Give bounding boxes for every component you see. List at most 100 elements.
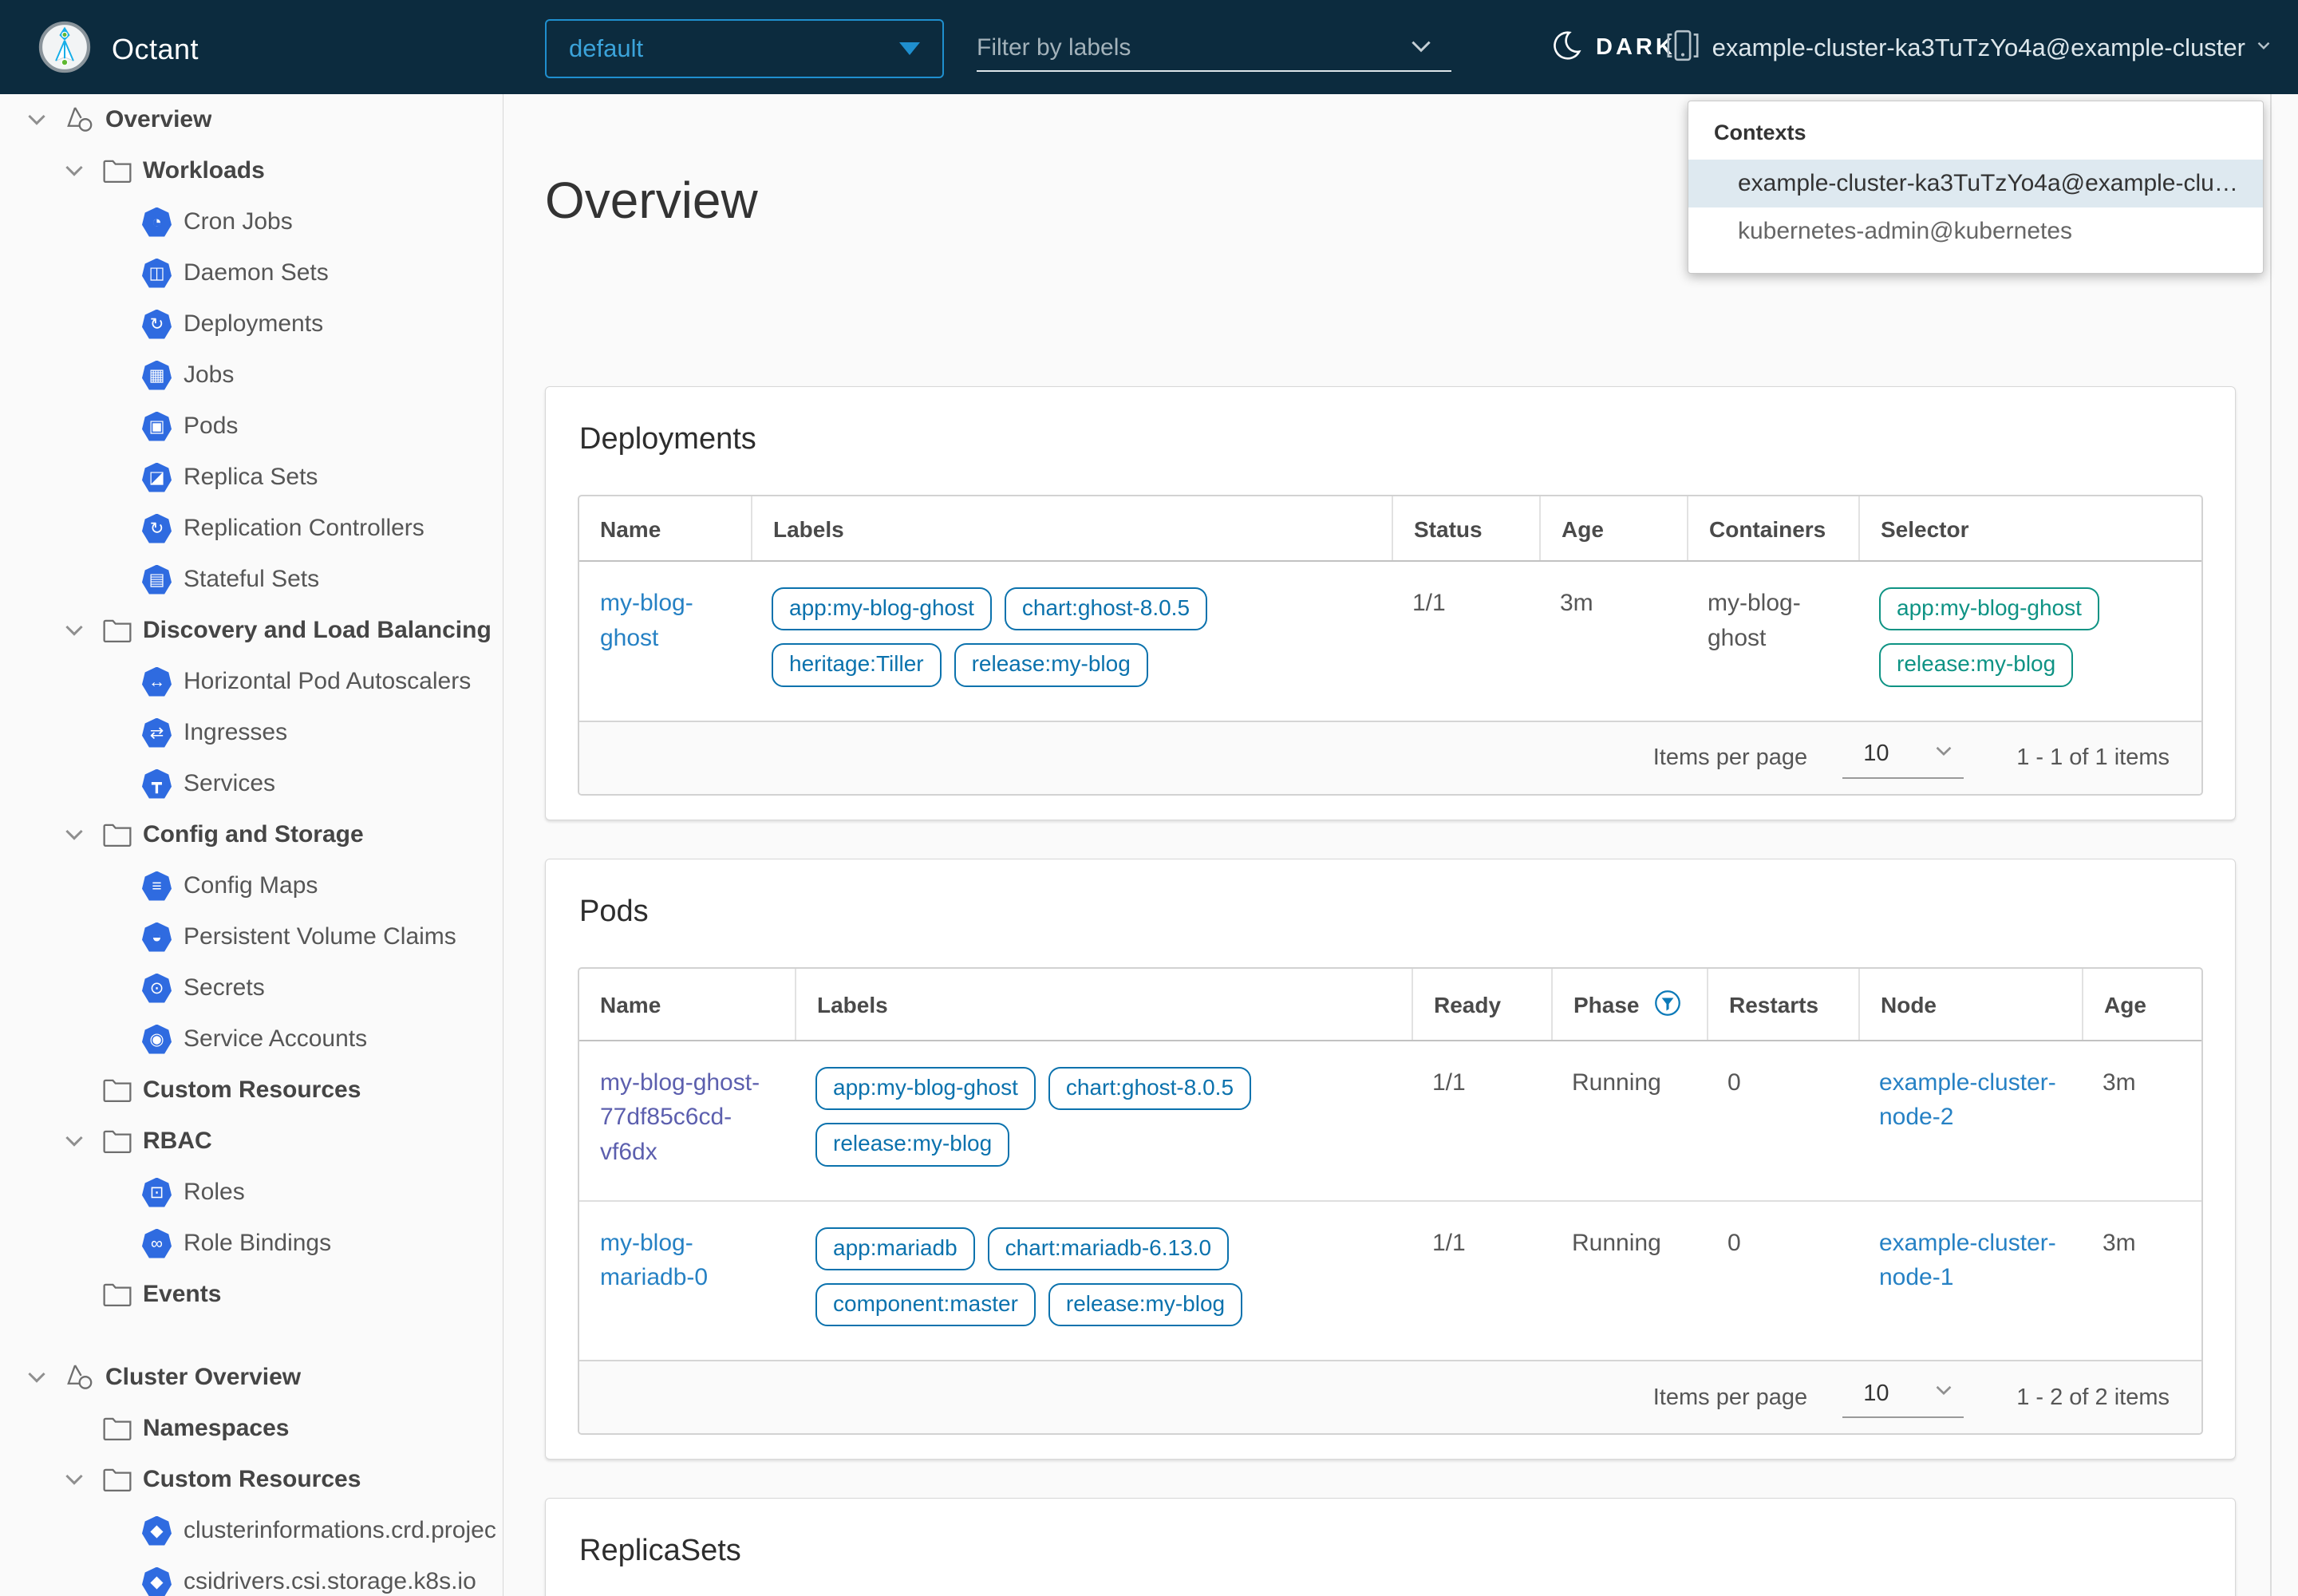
label-badge: chart:ghost-8.0.5 (1005, 587, 1207, 630)
sidebar-item-label: Config Maps (184, 872, 318, 899)
sidebar-item-ingresses[interactable]: ⇄Ingresses (0, 707, 503, 758)
k8s-resource-icon: ∞ (142, 1229, 172, 1258)
table-row: my-blog-mariadb-0app:mariadbchart:mariad… (579, 1200, 2201, 1361)
k8s-resource-icon: ↻ (142, 514, 172, 543)
table-header-row: NameLabelsReadyPhaseRestartsNodeAge (579, 969, 2201, 1041)
k8s-resource-icon: ◪ (142, 463, 172, 492)
sidebar-item-persistent-volume-claims[interactable]: ◒Persistent Volume Claims (0, 911, 503, 962)
sidebar-item-label: Replica Sets (184, 464, 318, 491)
label-badge: component:master (815, 1283, 1036, 1326)
sidebar-item-custom-resources[interactable]: Custom Resources (0, 1065, 503, 1116)
sidebar-item-label: Workloads (143, 157, 265, 184)
scrollbar-track[interactable] (2270, 94, 2272, 1596)
sidebar-item-cron-jobs[interactable]: ◔Cron Jobs (0, 196, 503, 247)
sidebar-item-cluster-overview[interactable]: Cluster Overview (0, 1352, 503, 1403)
cell-selectors: app:my-blog-ghostrelease:my-blog (1858, 562, 2201, 721)
sidebar-item-label: Persistent Volume Claims (184, 923, 456, 950)
node-link[interactable]: example-cluster-node-2 (1879, 1069, 2056, 1131)
k8s-resource-icon: ◫ (142, 259, 172, 288)
name-link[interactable]: my-blog-ghost-77df85c6cd-vf6dx (600, 1069, 760, 1165)
cell-labels: app:my-blog-ghostchart:ghost-8.0.5releas… (795, 1041, 1412, 1200)
label-filter-input[interactable] (977, 34, 1408, 61)
sidebar-item-services[interactable]: ┳Services (0, 758, 503, 809)
namespace-select[interactable]: default (545, 19, 944, 78)
section-card-replicasets: ReplicaSetsNameLabelsStatusAgeContainers… (545, 1498, 2236, 1596)
selector-badge: release:my-blog (1879, 643, 2073, 686)
sidebar-item-roles[interactable]: ⊡Roles (0, 1167, 503, 1218)
column-header-containers: Containers (1687, 496, 1858, 560)
k8s-resource-icon: ≡ (142, 871, 172, 901)
column-header-node: Node (1858, 969, 2082, 1040)
name-link[interactable]: my-blog-ghost (600, 590, 693, 651)
column-header-name: Name (579, 969, 795, 1040)
sidebar-item-custom-resources[interactable]: Custom Resources (0, 1454, 503, 1505)
k8s-resource-icon: ▦ (142, 361, 172, 390)
sidebar-item-pods[interactable]: ▣Pods (0, 401, 503, 452)
sidebar-item-role-bindings[interactable]: ∞Role Bindings (0, 1218, 503, 1269)
chevron-down-icon[interactable] (22, 1365, 51, 1390)
k8s-resource-icon: ▤ (142, 565, 172, 595)
sidebar-item-service-accounts[interactable]: ◉Service Accounts (0, 1013, 503, 1065)
sidebar-item-label: Config and Storage (143, 821, 364, 848)
items-per-page-chevron-icon (1932, 739, 1956, 769)
sidebar-item-label: clusterinformations.crd.projec (184, 1517, 496, 1544)
cell-labels: app:my-blog-ghostchart:ghost-8.0.5herita… (751, 562, 1392, 721)
node-link[interactable]: example-cluster-node-1 (1879, 1230, 2056, 1291)
sidebar-item-jobs[interactable]: ▦Jobs (0, 350, 503, 401)
column-header-age: Age (1539, 496, 1687, 560)
table-header-row: NameLabelsStatusAgeContainersSelector (579, 496, 2201, 562)
sidebar-item-secrets[interactable]: ⊙Secrets (0, 962, 503, 1013)
sidebar-item-label: Horizontal Pod Autoscalers (184, 668, 471, 695)
sidebar-item-events[interactable]: Events (0, 1269, 503, 1320)
sidebar-item-discovery-and-load-balancing[interactable]: Discovery and Load Balancing (0, 605, 503, 656)
main-content: Overview DeploymentsNameLabelsStatusAgeC… (503, 94, 2298, 1596)
app-title: Octant (112, 33, 199, 66)
sidebar-item-workloads[interactable]: Workloads (0, 145, 503, 196)
cell-containers: my-blog-ghost (1687, 562, 1858, 721)
context-selector-button[interactable]: example-cluster-ka3TuTzYo4a@example-clus… (1664, 29, 2274, 66)
items-per-page-chevron-icon (1932, 1378, 1956, 1408)
column-header-selector: Selector (1858, 496, 2201, 560)
sidebar-item-config-and-storage[interactable]: Config and Storage (0, 809, 503, 860)
sidebar-item-replication-controllers[interactable]: ↻ Replication Controllers (0, 503, 503, 554)
table-pagination: Items per page101 - 1 of 1 items (579, 721, 2201, 794)
sidebar-item-namespaces[interactable]: Namespaces (0, 1403, 503, 1454)
name-link[interactable]: my-blog-mariadb-0 (600, 1230, 708, 1291)
octant-logo-icon (38, 21, 91, 77)
items-per-page-select[interactable]: 10 (1842, 1377, 1964, 1418)
sidebar-item-stateful-sets[interactable]: ▤Stateful Sets (0, 554, 503, 605)
filter-funnel-icon[interactable] (1654, 990, 1681, 1022)
folder-icon (101, 616, 133, 645)
chevron-down-icon[interactable] (60, 158, 89, 184)
deployments-table: NameLabelsStatusAgeContainersSelectormy-… (578, 495, 2203, 796)
sidebar-item-deployments[interactable]: ↻Deployments (0, 298, 503, 350)
sidebar-item-daemon-sets[interactable]: ◫Daemon Sets (0, 247, 503, 298)
filter-chevron-down-icon[interactable] (1408, 33, 1435, 64)
column-header-labels: Labels (795, 969, 1412, 1040)
sidebar-item-rbac[interactable]: RBAC (0, 1116, 503, 1167)
label-badge: app:my-blog-ghost (772, 587, 992, 630)
items-per-page-select[interactable]: 10 (1842, 737, 1964, 779)
chevron-down-icon[interactable] (60, 1467, 89, 1492)
context-menu-item[interactable]: example-cluster-ka3TuTzYo4a@example-clu… (1688, 160, 2263, 207)
sidebar-item-clusterinformations-crd-projec[interactable]: ◆clusterinformations.crd.projec (0, 1505, 503, 1556)
sidebar-item-overview[interactable]: Overview (0, 94, 503, 145)
chevron-down-icon[interactable] (60, 618, 89, 643)
cell-age: 3m (2082, 1202, 2201, 1361)
sidebar-item-horizontal-pod-autoscalers[interactable]: ↔Horizontal Pod Autoscalers (0, 656, 503, 707)
chevron-down-icon[interactable] (60, 822, 89, 847)
chevron-down-icon[interactable] (22, 107, 51, 132)
context-terminal-icon (1664, 29, 1701, 66)
top-header-bar: Octant default DARK example-cluster-ka3T (0, 0, 2298, 94)
sidebar-item-label: Custom Resources (143, 1077, 361, 1104)
sidebar-item-label: Replication Controllers (184, 515, 424, 542)
sidebar-item-replica-sets[interactable]: ◪ Replica Sets (0, 452, 503, 503)
chevron-down-icon[interactable] (60, 1128, 89, 1154)
sidebar-item-csidrivers-csi-storage-k8s-io[interactable]: ◆csidrivers.csi.storage.k8s.io (0, 1556, 503, 1596)
sidebar-item-config-maps[interactable]: ≡ Config Maps (0, 860, 503, 911)
context-menu-item[interactable]: kubernetes-admin@kubernetes (1688, 207, 2263, 255)
label-badge: chart:ghost-8.0.5 (1048, 1067, 1251, 1110)
cell-node: example-cluster-node-2 (1858, 1041, 2082, 1200)
theme-toggle-button[interactable]: DARK (1550, 29, 1676, 66)
folder-icon (101, 1414, 133, 1443)
